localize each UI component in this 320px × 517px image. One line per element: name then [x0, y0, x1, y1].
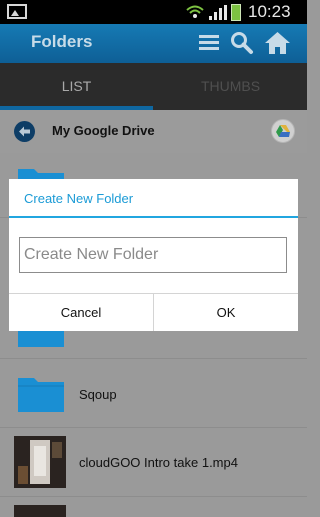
wifi-icon: [186, 5, 204, 18]
back-icon[interactable]: [14, 121, 35, 142]
page-title: Folders: [31, 32, 93, 51]
tab-thumbs[interactable]: THUMBS: [154, 63, 307, 110]
video-thumbnail: [14, 436, 66, 488]
google-drive-icon[interactable]: [271, 119, 295, 143]
signal-icon: [209, 5, 227, 20]
video-thumbnail: [14, 505, 66, 517]
breadcrumb: My Google Drive: [0, 110, 307, 154]
list-item[interactable]: cloudGOO Intro take 1.mp4: [0, 428, 307, 497]
list-item-label: Sqoup: [79, 387, 117, 402]
search-icon[interactable]: [230, 31, 254, 55]
tab-list[interactable]: LIST: [0, 63, 153, 110]
dialog-title: Create New Folder: [24, 191, 134, 206]
create-folder-dialog: Create New Folder Create New Folder Canc…: [9, 179, 298, 331]
list-item[interactable]: Sqoup: [0, 359, 307, 428]
clock-text: 10:23: [248, 2, 291, 21]
breadcrumb-title: My Google Drive: [52, 123, 155, 138]
menu-icon[interactable]: [199, 31, 219, 55]
ok-button[interactable]: OK: [154, 294, 298, 331]
action-bar: Folders: [0, 24, 307, 63]
list-item-label: cloudGOO Intro take 1.mp4: [79, 455, 238, 470]
cancel-button[interactable]: Cancel: [9, 294, 153, 331]
dialog-divider: [9, 216, 298, 218]
status-bar: 10:23: [0, 0, 307, 24]
folder-name-input[interactable]: Create New Folder: [19, 237, 287, 273]
home-icon[interactable]: [264, 31, 291, 55]
tab-bar: LIST THUMBS: [0, 63, 307, 110]
list-item[interactable]: [0, 497, 307, 517]
folder-icon: [18, 378, 64, 412]
battery-icon: [231, 4, 241, 21]
image-icon: [7, 4, 27, 19]
